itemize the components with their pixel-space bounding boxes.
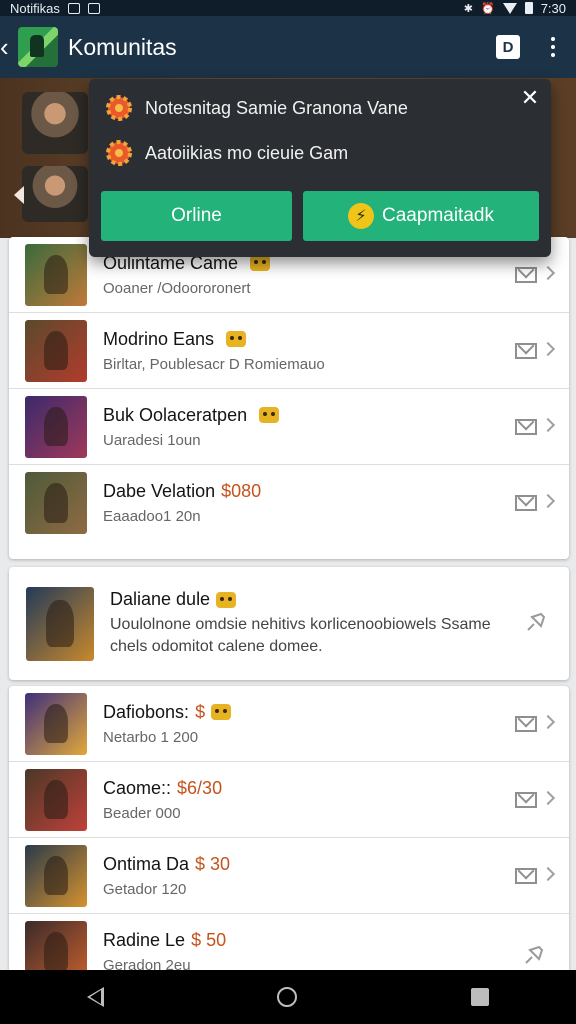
emoji-icon [211,704,232,720]
list-item[interactable]: Caome:: $6/30 Beader 000 [9,762,569,838]
featured-title: Daliane dule [110,589,509,610]
game-subtitle: Eaaadoo1 20n [103,508,201,525]
nav-recents-icon[interactable] [471,988,490,1006]
page-title: Komunitas [68,33,177,60]
featured-thumbnail [26,586,94,661]
list-item[interactable]: Ontima Da $ 30 Getador 120 [9,838,569,914]
game-list: Oulintame Came Ooaner /Odoororonert Modr… [9,237,569,559]
more-options-icon[interactable] [550,37,556,57]
close-icon[interactable]: ✕ [519,87,541,109]
game-list: Dafiobons: $ Netarbo 1 200 Caome:: $6/30 B… [9,686,569,976]
game-thumbnail [25,319,87,382]
system-nav-bar [0,970,576,1024]
game-thumbnail [25,768,87,831]
game-thumbnail [25,472,87,534]
game-thumbnail [25,395,87,458]
wifi-icon [502,2,517,14]
game-subtitle: Ooaner /Odoororonert [103,279,251,297]
mail-icon[interactable] [515,792,537,808]
pin-icon[interactable] [523,944,545,966]
game-title: Modrino Eans [103,329,569,350]
status-notification-text: Notifikas [10,0,60,16]
game-title: Caome:: $6/30 [103,777,223,798]
banner-character-image [22,166,88,222]
game-title: Ontima Da $ 30 [103,853,231,874]
list-item[interactable]: Dabe Velation $080 Eaaadoo1 20n [9,465,569,541]
online-button-label: Orline [171,205,222,226]
gear-icon [103,92,135,124]
download-icon [87,2,100,14]
gear-icon [103,137,135,169]
popup-item[interactable]: Aatoiikias mo cieuie Gam [103,137,348,169]
status-bar: Notifikas ✱ ⏰ 7:30 [0,0,576,16]
alarm-icon: ⏰ [480,2,495,15]
banner-character-image [22,92,88,154]
game-thumbnail [25,921,87,976]
mail-icon[interactable] [515,495,537,511]
pin-icon[interactable] [525,611,547,633]
mail-icon[interactable] [515,343,537,359]
list-item[interactable]: Modrino Eans Birltar, Poublesacr D Romie… [9,313,569,389]
featured-description: Uoulolnone omdsie nehitivs korlicenoobio… [110,616,491,655]
game-thumbnail [25,243,87,306]
nav-back-icon[interactable] [86,987,104,1007]
emoji-icon [250,255,271,271]
banner-prev-icon[interactable] [14,186,24,204]
game-title: Radine Le $ 50 [103,930,227,950]
mail-icon[interactable] [515,868,537,884]
popup-item-text: Notesnitag Samie Granona Vane [145,97,408,118]
game-subtitle: Birltar, Poublesacr D Romiemauo [103,355,325,373]
notification-popup: Notesnitag Samie Granona Vane Aatoiikias… [89,79,551,257]
back-button[interactable]: ‹ [0,34,14,60]
game-subtitle: Netarbo 1 200 [103,728,199,746]
game-title: Buk Oolaceratpen [103,405,569,426]
app-logo [18,27,58,67]
community-button-label: Caapmaitadk [382,205,494,226]
game-title: Dabe Velation $080 [103,481,262,501]
app-bar: ‹ Komunitas D [0,16,576,78]
game-subtitle: Getador 120 [103,880,187,898]
image-icon [67,2,80,14]
bolt-icon: ⚡ [348,203,375,229]
featured-card[interactable]: Daliane dule Uoulolnone omdsie nehitivs … [9,567,569,680]
game-title: Dafiobons: $ [103,702,569,723]
battery-icon [524,2,533,14]
community-button[interactable]: ⚡ Caapmaitadk [303,191,539,241]
mail-icon[interactable] [515,419,537,435]
game-subtitle: Beader 000 [103,804,181,822]
mail-icon[interactable] [515,267,537,283]
list-item[interactable]: Radine Le $ 50 Geradon 2eu [9,914,569,976]
popup-item-text: Aatoiikias mo cieuie Gam [145,142,349,163]
game-thumbnail [25,844,87,907]
list-item[interactable]: Buk Oolaceratpen Uaradesi 1oun [9,389,569,465]
status-time: 7:30 [540,0,566,16]
popup-item[interactable]: Notesnitag Samie Granona Vane [103,92,408,124]
mail-icon[interactable] [515,716,537,732]
online-button[interactable]: Orline [101,191,292,241]
emoji-icon [226,331,247,347]
app-action-button[interactable]: D [496,35,520,59]
list-item[interactable]: Dafiobons: $ Netarbo 1 200 [9,686,569,762]
emoji-icon [259,407,280,423]
game-subtitle: Uaradesi 1oun [103,431,201,449]
game-thumbnail [25,692,87,755]
nav-home-icon[interactable] [277,987,298,1007]
signal-icon: ✱ [463,2,473,15]
emoji-icon [216,591,237,608]
